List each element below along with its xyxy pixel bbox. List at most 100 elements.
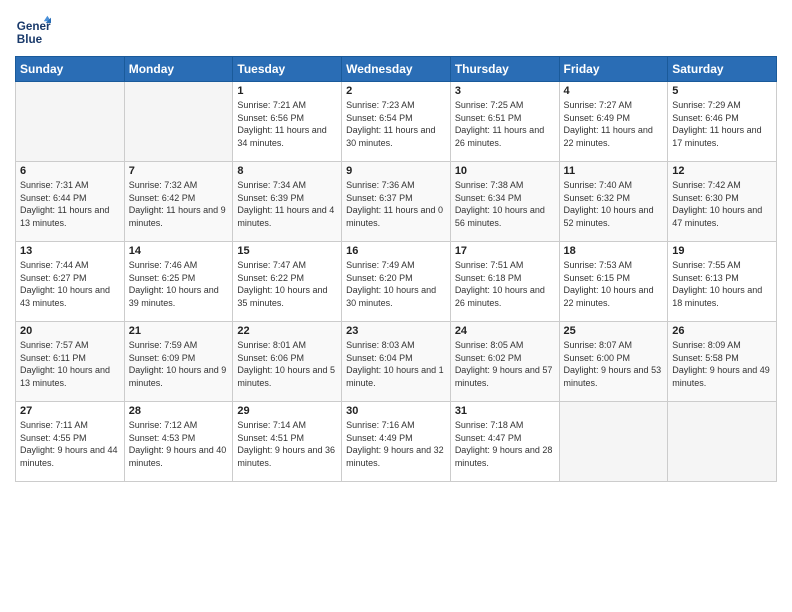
day-info: Sunrise: 7:21 AMSunset: 6:56 PMDaylight:… bbox=[237, 99, 337, 149]
day-number: 18 bbox=[564, 245, 664, 257]
logo: General Blue bbox=[15, 14, 53, 50]
calendar-week-row: 13Sunrise: 7:44 AMSunset: 6:27 PMDayligh… bbox=[16, 242, 777, 322]
calendar-header-row: SundayMondayTuesdayWednesdayThursdayFrid… bbox=[16, 57, 777, 82]
day-info: Sunrise: 7:12 AMSunset: 4:53 PMDaylight:… bbox=[129, 419, 229, 469]
weekday-header-wednesday: Wednesday bbox=[342, 57, 451, 82]
calendar-day-cell: 16 Sunrise: 7:49 AMSunset: 6:20 PMDayligh… bbox=[342, 242, 451, 322]
day-number: 9 bbox=[346, 165, 446, 177]
calendar-day-cell: 3 Sunrise: 7:25 AMSunset: 6:51 PMDaylight… bbox=[450, 82, 559, 162]
day-number: 12 bbox=[672, 165, 772, 177]
day-info: Sunrise: 7:34 AMSunset: 6:39 PMDaylight:… bbox=[237, 179, 337, 229]
day-info: Sunrise: 7:11 AMSunset: 4:55 PMDaylight:… bbox=[20, 419, 120, 469]
calendar-day-cell: 2 Sunrise: 7:23 AMSunset: 6:54 PMDaylight… bbox=[342, 82, 451, 162]
day-number: 10 bbox=[455, 165, 555, 177]
day-info: Sunrise: 7:32 AMSunset: 6:42 PMDaylight:… bbox=[129, 179, 229, 229]
calendar-day-cell bbox=[16, 82, 125, 162]
svg-text:General: General bbox=[17, 20, 51, 33]
day-info: Sunrise: 7:44 AMSunset: 6:27 PMDaylight:… bbox=[20, 259, 120, 309]
calendar-day-cell: 25Sunrise: 8:07 AMSunset: 6:00 PMDayligh… bbox=[559, 322, 668, 402]
calendar-day-cell: 10 Sunrise: 7:38 AMSunset: 6:34 PMDayligh… bbox=[450, 162, 559, 242]
logo-icon: General Blue bbox=[15, 14, 51, 50]
day-info: Sunrise: 7:53 AMSunset: 6:15 PMDaylight:… bbox=[564, 259, 664, 309]
day-number: 21 bbox=[129, 325, 229, 337]
day-number: 22 bbox=[237, 325, 337, 337]
day-info: Sunrise: 7:49 AMSunset: 6:20 PMDaylight:… bbox=[346, 259, 446, 309]
calendar-day-cell: 7 Sunrise: 7:32 AMSunset: 6:42 PMDaylight… bbox=[124, 162, 233, 242]
calendar-day-cell: 22 Sunrise: 8:01 AMSunset: 6:06 PMDayligh… bbox=[233, 322, 342, 402]
day-info: Sunrise: 7:27 AMSunset: 6:49 PMDaylight:… bbox=[564, 99, 664, 149]
calendar-day-cell: 31Sunrise: 7:18 AMSunset: 4:47 PMDayligh… bbox=[450, 402, 559, 482]
calendar-table: SundayMondayTuesdayWednesdayThursdayFrid… bbox=[15, 56, 777, 482]
day-number: 24 bbox=[455, 325, 555, 337]
day-number: 2 bbox=[346, 85, 446, 97]
day-number: 4 bbox=[564, 85, 664, 97]
calendar-day-cell: 24 Sunrise: 8:05 AMSunset: 6:02 PMDayligh… bbox=[450, 322, 559, 402]
weekday-header-tuesday: Tuesday bbox=[233, 57, 342, 82]
day-number: 23 bbox=[346, 325, 446, 337]
day-number: 1 bbox=[237, 85, 337, 97]
weekday-header-monday: Monday bbox=[124, 57, 233, 82]
calendar-day-cell: 4 Sunrise: 7:27 AMSunset: 6:49 PMDaylight… bbox=[559, 82, 668, 162]
day-info: Sunrise: 7:36 AMSunset: 6:37 PMDaylight:… bbox=[346, 179, 446, 229]
day-info: Sunrise: 8:01 AMSunset: 6:06 PMDaylight:… bbox=[237, 339, 337, 389]
calendar-day-cell: 19Sunrise: 7:55 AMSunset: 6:13 PMDayligh… bbox=[668, 242, 777, 322]
day-number: 27 bbox=[20, 405, 120, 417]
day-number: 7 bbox=[129, 165, 229, 177]
day-number: 16 bbox=[346, 245, 446, 257]
day-number: 14 bbox=[129, 245, 229, 257]
calendar-day-cell bbox=[668, 402, 777, 482]
calendar-day-cell: 23 Sunrise: 8:03 AMSunset: 6:04 PMDayligh… bbox=[342, 322, 451, 402]
calendar-day-cell: 21Sunrise: 7:59 AMSunset: 6:09 PMDayligh… bbox=[124, 322, 233, 402]
calendar-week-row: 6 Sunrise: 7:31 AMSunset: 6:44 PMDaylight… bbox=[16, 162, 777, 242]
calendar-day-cell: 30 Sunrise: 7:16 AMSunset: 4:49 PMDayligh… bbox=[342, 402, 451, 482]
calendar-day-cell: 15Sunrise: 7:47 AMSunset: 6:22 PMDayligh… bbox=[233, 242, 342, 322]
day-number: 17 bbox=[455, 245, 555, 257]
day-number: 30 bbox=[346, 405, 446, 417]
calendar-day-cell: 12 Sunrise: 7:42 AMSunset: 6:30 PMDayligh… bbox=[668, 162, 777, 242]
header: General Blue bbox=[15, 10, 777, 50]
calendar-day-cell: 17Sunrise: 7:51 AMSunset: 6:18 PMDayligh… bbox=[450, 242, 559, 322]
calendar-day-cell: 20Sunrise: 7:57 AMSunset: 6:11 PMDayligh… bbox=[16, 322, 125, 402]
calendar-day-cell: 14 Sunrise: 7:46 AMSunset: 6:25 PMDayligh… bbox=[124, 242, 233, 322]
day-info: Sunrise: 8:09 AMSunset: 5:58 PMDaylight:… bbox=[672, 339, 772, 389]
day-info: Sunrise: 7:16 AMSunset: 4:49 PMDaylight:… bbox=[346, 419, 446, 469]
day-number: 20 bbox=[20, 325, 120, 337]
day-number: 3 bbox=[455, 85, 555, 97]
weekday-header-sunday: Sunday bbox=[16, 57, 125, 82]
calendar-day-cell: 26 Sunrise: 8:09 AMSunset: 5:58 PMDayligh… bbox=[668, 322, 777, 402]
calendar-day-cell bbox=[559, 402, 668, 482]
calendar-day-cell: 13Sunrise: 7:44 AMSunset: 6:27 PMDayligh… bbox=[16, 242, 125, 322]
calendar-day-cell: 9 Sunrise: 7:36 AMSunset: 6:37 PMDaylight… bbox=[342, 162, 451, 242]
day-number: 6 bbox=[20, 165, 120, 177]
day-info: Sunrise: 7:29 AMSunset: 6:46 PMDaylight:… bbox=[672, 99, 772, 149]
day-info: Sunrise: 7:42 AMSunset: 6:30 PMDaylight:… bbox=[672, 179, 772, 229]
day-info: Sunrise: 8:03 AMSunset: 6:04 PMDaylight:… bbox=[346, 339, 446, 389]
day-number: 29 bbox=[237, 405, 337, 417]
main-container: General Blue SundayMondayTuesdayWednesda… bbox=[0, 0, 792, 492]
day-number: 15 bbox=[237, 245, 337, 257]
calendar-day-cell: 29Sunrise: 7:14 AMSunset: 4:51 PMDayligh… bbox=[233, 402, 342, 482]
day-info: Sunrise: 7:23 AMSunset: 6:54 PMDaylight:… bbox=[346, 99, 446, 149]
calendar-day-cell: 27 Sunrise: 7:11 AMSunset: 4:55 PMDayligh… bbox=[16, 402, 125, 482]
weekday-header-friday: Friday bbox=[559, 57, 668, 82]
day-number: 26 bbox=[672, 325, 772, 337]
day-info: Sunrise: 8:07 AMSunset: 6:00 PMDaylight:… bbox=[564, 339, 664, 389]
day-info: Sunrise: 8:05 AMSunset: 6:02 PMDaylight:… bbox=[455, 339, 555, 389]
weekday-header-saturday: Saturday bbox=[668, 57, 777, 82]
day-info: Sunrise: 7:55 AMSunset: 6:13 PMDaylight:… bbox=[672, 259, 772, 309]
day-number: 31 bbox=[455, 405, 555, 417]
calendar-day-cell: 28Sunrise: 7:12 AMSunset: 4:53 PMDayligh… bbox=[124, 402, 233, 482]
day-info: Sunrise: 7:38 AMSunset: 6:34 PMDaylight:… bbox=[455, 179, 555, 229]
calendar-day-cell: 5Sunrise: 7:29 AMSunset: 6:46 PMDaylight… bbox=[668, 82, 777, 162]
calendar-day-cell: 8 Sunrise: 7:34 AMSunset: 6:39 PMDaylight… bbox=[233, 162, 342, 242]
calendar-day-cell: 11Sunrise: 7:40 AMSunset: 6:32 PMDayligh… bbox=[559, 162, 668, 242]
day-number: 8 bbox=[237, 165, 337, 177]
calendar-day-cell: 1 Sunrise: 7:21 AMSunset: 6:56 PMDaylight… bbox=[233, 82, 342, 162]
day-info: Sunrise: 7:40 AMSunset: 6:32 PMDaylight:… bbox=[564, 179, 664, 229]
calendar-day-cell: 18 Sunrise: 7:53 AMSunset: 6:15 PMDayligh… bbox=[559, 242, 668, 322]
day-info: Sunrise: 7:46 AMSunset: 6:25 PMDaylight:… bbox=[129, 259, 229, 309]
day-info: Sunrise: 7:31 AMSunset: 6:44 PMDaylight:… bbox=[20, 179, 120, 229]
day-info: Sunrise: 7:25 AMSunset: 6:51 PMDaylight:… bbox=[455, 99, 555, 149]
svg-text:Blue: Blue bbox=[17, 33, 43, 46]
calendar-week-row: 27 Sunrise: 7:11 AMSunset: 4:55 PMDayligh… bbox=[16, 402, 777, 482]
